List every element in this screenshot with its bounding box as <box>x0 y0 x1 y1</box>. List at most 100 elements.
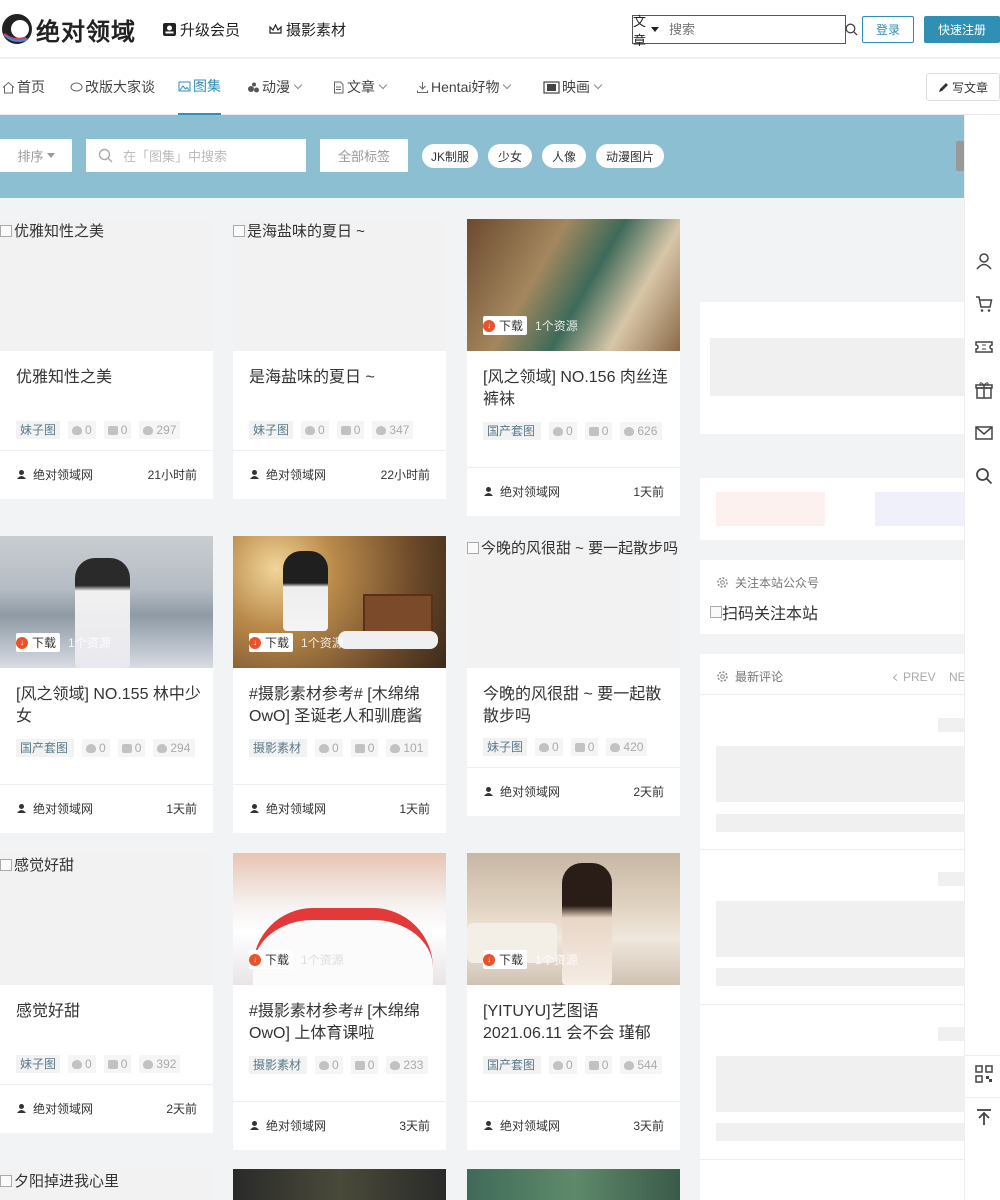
card-thumbnail[interactable]: ↓ 下载 1个资源 <box>467 853 680 985</box>
card-title[interactable]: 今晚的风很甜 ~ 要一起散散步吗 <box>483 684 669 728</box>
card-author[interactable]: 绝对领域网 <box>249 1117 326 1134</box>
category-badge[interactable]: 妹子图 <box>16 1055 61 1073</box>
gift-icon[interactable] <box>975 381 993 399</box>
gallery-card[interactable]: 是海盐味的夏日 ~ 是海盐味的夏日 ~ 妹子图 0 0 347 绝对领域网 22… <box>233 219 446 499</box>
write-article-button[interactable]: 写文章 <box>926 73 1000 101</box>
gallery-card[interactable]: 感觉好甜 感觉好甜 妹子图 0 0 392 绝对领域网 2天前 <box>0 853 213 1133</box>
card-thumbnail[interactable]: 今晚的风很甜 ~ 要一起散步吗 <box>467 536 680 668</box>
category-badge[interactable]: 妹子图 <box>16 421 61 439</box>
gallery-search-input[interactable]: 在「图集」中搜索 <box>86 139 306 172</box>
nav-upgrade-vip[interactable]: 升级会员 <box>162 19 240 40</box>
gallery-card[interactable]: 优雅知性之美 优雅知性之美 妹子图 0 0 297 绝对领域网 21小时前 <box>0 219 213 499</box>
card-title[interactable]: [风之领域] NO.155 林中少女 <box>16 684 202 728</box>
card-thumbnail[interactable]: 是海盐味的夏日 ~ <box>233 219 446 351</box>
card-thumbnail[interactable]: ↓ 下载 1个资源 <box>233 853 446 985</box>
card-thumbnail[interactable]: 优雅知性之美 <box>0 219 213 351</box>
card-author[interactable]: 绝对领域网 <box>483 783 560 800</box>
card-title[interactable]: [YITUYU]艺图语 2021.06.11 会不会 瑾郁 <box>483 1001 669 1045</box>
download-badge[interactable]: ↓ 下载 1个资源 <box>249 633 344 652</box>
gallery-card[interactable]: 今晚的风很甜 ~ 要一起散步吗 今晚的风很甜 ~ 要一起散散步吗 妹子图 0 0… <box>467 536 680 816</box>
card-author[interactable]: 绝对领域网 <box>249 466 326 483</box>
tag-girl[interactable]: 少女 <box>488 144 532 168</box>
comment-icon <box>354 743 365 753</box>
search-input[interactable] <box>659 16 846 43</box>
view-count: 233 <box>386 1056 429 1074</box>
author-icon <box>17 1104 26 1113</box>
gallery-card[interactable]: ↓ 下载 1个资源 [YITUYU]艺图语 2021.06.11 会不会 瑾郁 国产… <box>467 853 680 1150</box>
card-thumbnail[interactable]: ↓ 下载 1个资源 <box>233 536 446 668</box>
nav-item-anime[interactable]: 动漫 <box>247 59 303 115</box>
user-icon[interactable] <box>975 252 993 270</box>
nav-item-hentai-goods[interactable]: Hentai好物 <box>416 59 512 115</box>
prev-button[interactable]: PREV <box>892 670 936 684</box>
gallery-card[interactable] <box>467 1169 680 1200</box>
comment-count-value: 0 <box>601 1058 609 1072</box>
category-badge[interactable]: 国产套图 <box>483 1056 541 1074</box>
next-button[interactable]: NE <box>949 670 964 684</box>
filter-scroll-handle[interactable] <box>956 141 964 171</box>
like-count-value: 0 <box>99 741 106 755</box>
tag-anime-pics[interactable]: 动漫图片 <box>596 144 664 168</box>
download-badge[interactable]: ↓ 下载 1个资源 <box>16 633 111 652</box>
tag-jk-uniform[interactable]: JK制服 <box>422 144 478 168</box>
card-thumbnail[interactable]: ↓ 下载 1个资源 <box>0 536 213 668</box>
heart-icon <box>319 1060 329 1070</box>
card-title[interactable]: #摄影素材参考# [木绵绵OwO] 圣诞老人和驯鹿酱 <box>249 684 435 728</box>
category-badge[interactable]: 妹子图 <box>483 738 528 756</box>
all-tags-button[interactable]: 全部标签 <box>320 139 408 172</box>
download-badge[interactable]: ↓ 下载 1个资源 <box>483 950 578 969</box>
gallery-card[interactable]: 夕阳掉进我心里 <box>0 1169 213 1200</box>
category-badge[interactable]: 国产套图 <box>16 739 74 757</box>
card-author[interactable]: 绝对领域网 <box>249 800 326 817</box>
ticket-icon[interactable] <box>975 338 993 356</box>
card-title[interactable]: #摄影素材参考# [木绵绵OwO] 上体育课啦 <box>249 1001 435 1045</box>
back-to-top-icon[interactable] <box>975 1108 993 1126</box>
gallery-card[interactable]: ↓ 下载 1个资源 [风之领域] NO.156 肉丝连裤袜 国产套图 0 0 626… <box>467 219 680 516</box>
card-meta: 国产套图 0 0 294 <box>16 739 196 757</box>
gallery-card[interactable] <box>233 1169 446 1200</box>
wechat-title: 关注本站公众号 <box>735 576 820 590</box>
comment-icon <box>107 425 118 435</box>
card-thumbnail[interactable]: ↓ 下载 1个资源 <box>467 219 680 351</box>
login-button[interactable]: 登录 <box>862 16 914 43</box>
card-title[interactable]: [风之领域] NO.156 肉丝连裤袜 <box>483 367 669 411</box>
gallery-card[interactable]: ↓ 下载 1个资源 [风之领域] NO.155 林中少女 国产套图 0 0 294 … <box>0 536 213 833</box>
card-title[interactable]: 感觉好甜 <box>16 1001 202 1023</box>
sort-dropdown[interactable]: 排序 <box>0 139 72 172</box>
gallery-card[interactable]: ↓ 下载 1个资源 #摄影素材参考# [木绵绵OwO] 圣诞老人和驯鹿酱 摄影素材 … <box>233 536 446 833</box>
nav-item-home[interactable]: 首页 <box>2 59 45 115</box>
nav-item-gallery[interactable]: 图集 <box>178 59 221 115</box>
search-icon[interactable] <box>975 467 993 485</box>
card-thumbnail[interactable]: 夕阳掉进我心里 <box>0 1169 213 1200</box>
search-type-select[interactable]: 文章 <box>633 14 660 48</box>
category-badge[interactable]: 国产套图 <box>483 422 541 440</box>
gallery-card[interactable]: ↓ 下载 1个资源 #摄影素材参考# [木绵绵OwO] 上体育课啦 摄影素材 0 0… <box>233 853 446 1150</box>
download-icon: ↓ <box>483 953 495 966</box>
nav-item-articles[interactable]: 文章 <box>332 59 388 115</box>
card-author[interactable]: 绝对领域网 <box>16 466 93 483</box>
nav-item-redesign[interactable]: 改版大家谈 <box>70 59 155 115</box>
category-badge[interactable]: 妹子图 <box>249 421 294 439</box>
download-badge[interactable]: ↓ 下载 1个资源 <box>249 950 344 969</box>
tag-portrait[interactable]: 人像 <box>542 144 586 168</box>
doc-icon <box>332 81 345 94</box>
card-title[interactable]: 优雅知性之美 <box>16 367 202 389</box>
search-button[interactable] <box>845 16 858 43</box>
card-title[interactable]: 是海盐味的夏日 ~ <box>249 367 435 389</box>
nav-item-movies[interactable]: 映画 <box>543 59 603 115</box>
qrcode-icon[interactable] <box>975 1065 993 1083</box>
card-author[interactable]: 绝对领域网 <box>16 1100 93 1117</box>
register-button[interactable]: 快速注册 <box>924 16 1000 43</box>
category-badge[interactable]: 摄影素材 <box>249 1056 307 1074</box>
cart-icon[interactable] <box>975 295 993 313</box>
card-author[interactable]: 绝对领域网 <box>483 1117 560 1134</box>
card-thumbnail[interactable]: 感觉好甜 <box>0 853 213 985</box>
nav-photo-material[interactable]: 摄影素材 <box>268 19 346 40</box>
comment-count-value: 0 <box>120 423 128 437</box>
card-author[interactable]: 绝对领域网 <box>483 483 560 500</box>
card-author[interactable]: 绝对领域网 <box>16 800 93 817</box>
category-badge[interactable]: 摄影素材 <box>249 739 307 757</box>
site-logo[interactable]: 绝对领域 <box>0 12 136 46</box>
download-badge[interactable]: ↓ 下载 1个资源 <box>483 316 578 335</box>
mail-icon[interactable] <box>975 424 993 442</box>
